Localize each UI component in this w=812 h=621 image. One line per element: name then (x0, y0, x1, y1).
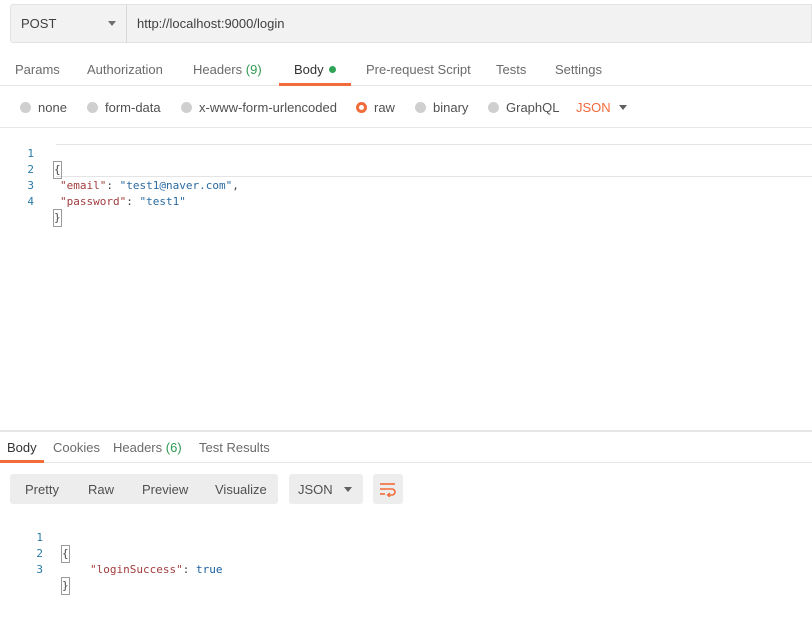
json-key: "password" (60, 195, 127, 208)
code-text: "email": "test1@naver.com", (60, 178, 239, 194)
tab-label: Headers (113, 440, 163, 455)
radio-icon (87, 102, 98, 113)
json-comma: , (232, 179, 239, 192)
tab-authorization[interactable]: Authorization (87, 62, 163, 77)
json-value: "test1" (139, 195, 186, 208)
active-tab-indicator (279, 83, 351, 86)
code-line: 1 { (0, 130, 62, 179)
radio-icon (488, 102, 499, 113)
code-text: "password": "test1" (60, 194, 186, 210)
tab-response-headers[interactable]: Headers (6) (113, 440, 182, 455)
view-visualize-button[interactable]: Visualize (215, 482, 267, 497)
chevron-down-icon[interactable] (619, 105, 627, 110)
highlighted-lines (56, 144, 812, 177)
view-raw-button[interactable]: Raw (88, 482, 114, 497)
radio-x-www-form-urlencoded[interactable]: x-www-form-urlencoded (181, 100, 337, 115)
tab-label: Settings (555, 62, 602, 77)
code-text: "loginSuccess": true (90, 562, 222, 578)
radio-icon (20, 102, 31, 113)
tab-body[interactable]: Body (294, 62, 336, 77)
tab-pre-request-script[interactable]: Pre-request Script (366, 62, 471, 77)
radio-label: none (38, 100, 67, 115)
line-number: 4 (27, 195, 34, 208)
code-line: 3 "password": "test1" (0, 162, 185, 208)
view-pretty-button[interactable]: Pretty (25, 482, 59, 497)
radio-label: form-data (105, 100, 161, 115)
tab-tests[interactable]: Tests (496, 62, 526, 77)
tab-label: Cookies (53, 440, 100, 455)
open-brace: { (53, 161, 62, 179)
tab-params[interactable]: Params (15, 62, 60, 77)
tab-cookies[interactable]: Cookies (53, 440, 100, 455)
request-body-editor[interactable]: 1 { 2 "email": "test1@naver.com", 3 "pas… (0, 127, 812, 430)
line-number: 3 (36, 563, 43, 576)
radio-label: binary (433, 100, 469, 115)
tab-label: Headers (193, 62, 243, 77)
chevron-down-icon (108, 21, 116, 26)
json-separator: : (182, 563, 196, 576)
tab-label: Pre-request Script (366, 62, 471, 77)
format-label: JSON (298, 482, 333, 497)
header-count-badge: (9) (245, 62, 262, 77)
wrap-lines-button[interactable] (373, 474, 403, 504)
radio-form-data[interactable]: form-data (87, 100, 161, 115)
tab-label: Params (15, 62, 60, 77)
url-input[interactable]: http://localhost:9000/login (126, 4, 812, 43)
tab-settings[interactable]: Settings (555, 62, 602, 77)
tab-response-body[interactable]: Body (7, 440, 37, 455)
close-brace: } (53, 209, 62, 227)
radio-label: x-www-form-urlencoded (199, 100, 337, 115)
url-bar: POST http://localhost:9000/login (10, 4, 812, 43)
radio-icon (415, 102, 426, 113)
tab-label: Tests (496, 62, 527, 77)
header-count-badge: (6) (165, 440, 182, 455)
json-separator: : (126, 195, 140, 208)
view-preview-button[interactable]: Preview (142, 482, 188, 497)
body-type-selector: none form-data x-www-form-urlencoded raw… (0, 96, 812, 120)
json-value: "test1@naver.com" (119, 179, 233, 192)
radio-none[interactable]: none (20, 100, 67, 115)
code-line: 4 } (0, 178, 62, 227)
method-label: POST (21, 16, 57, 31)
response-format-select[interactable]: JSON (289, 474, 363, 504)
code-line: 2 "loginSuccess": true (0, 530, 222, 576)
radio-icon (181, 102, 192, 113)
raw-language-select[interactable]: JSON (576, 100, 611, 115)
radio-raw[interactable]: raw (356, 100, 395, 115)
body-status-dot-icon (328, 66, 336, 73)
wrap-lines-icon (380, 483, 396, 497)
radio-graphql[interactable]: GraphQL (488, 100, 559, 115)
json-key: "loginSuccess" (90, 563, 183, 576)
response-view-selector: Pretty Raw Preview Visualize (10, 474, 278, 504)
tab-label: Body (7, 440, 37, 455)
code-line: 3 } (0, 546, 70, 595)
radio-selected-icon (356, 102, 367, 113)
code-line: 1 { (0, 514, 70, 563)
json-key: "email" (60, 179, 107, 192)
radio-label: raw (374, 100, 395, 115)
method-select[interactable]: POST (10, 4, 126, 43)
tab-label: Test Results (199, 440, 270, 455)
open-brace: { (61, 545, 70, 563)
active-tab-indicator (0, 460, 44, 463)
request-tabs: Params Authorization Headers (9) Body Pr… (0, 54, 812, 86)
tab-headers[interactable]: Headers (9) (193, 62, 262, 77)
radio-binary[interactable]: binary (415, 100, 468, 115)
radio-label: GraphQL (506, 100, 560, 115)
tab-label: Body (294, 62, 324, 77)
close-brace: } (61, 577, 70, 595)
json-value: true (195, 563, 223, 576)
json-separator: : (106, 179, 120, 192)
response-tabs: Body Cookies Headers (6) Test Results (0, 432, 812, 463)
code-line: 2 "email": "test1@naver.com", (0, 146, 238, 192)
tab-test-results[interactable]: Test Results (199, 440, 270, 455)
chevron-down-icon (344, 487, 352, 492)
tab-label: Authorization (87, 62, 163, 77)
